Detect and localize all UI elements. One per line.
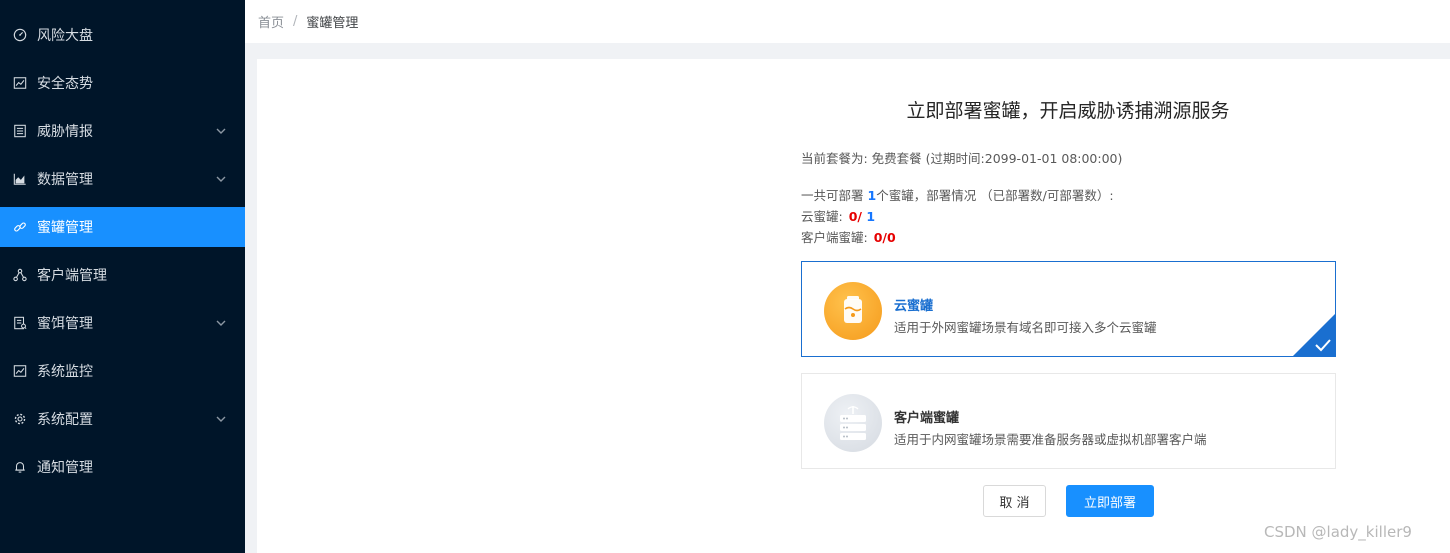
sidebar-item-honeypot-management[interactable]: 蜜罐管理: [0, 207, 245, 247]
deploy-now-button[interactable]: 立即部署: [1066, 485, 1154, 517]
sidebar-item-label: 客户端管理: [37, 268, 107, 284]
sidebar-item-label: 系统监控: [37, 364, 93, 380]
server-icon: [824, 394, 882, 452]
option-card-cloud-honeypot[interactable]: 云蜜罐 适用于外网蜜罐场景有域名即可接入多个云蜜罐: [801, 261, 1336, 357]
selected-check-icon: [1293, 314, 1335, 356]
option-card-client-honeypot[interactable]: 客户端蜜罐 适用于内网蜜罐场景需要准备服务器或虚拟机部署客户端: [801, 373, 1336, 469]
cloud-status-label: 云蜜罐:: [801, 209, 843, 224]
sidebar-item-label: 威胁情报: [37, 124, 93, 140]
client-status-label: 客户端蜜罐:: [801, 230, 868, 245]
sidebar: 风险大盘 安全态势 威胁情报 数据管理 蜜罐管理 客户端管理 蜜饵管理 系统监控…: [0, 0, 245, 553]
cloud-total-count: 1: [866, 209, 876, 224]
sidebar-item-label: 风险大盘: [37, 28, 93, 44]
breadcrumb: 首页 / 蜜罐管理: [245, 0, 1450, 43]
sidebar-item-label: 安全态势: [37, 76, 93, 92]
breadcrumb-home-link[interactable]: 首页: [258, 12, 284, 31]
sidebar-item-system-monitor[interactable]: 系统监控: [0, 351, 245, 391]
chevron-down-icon: [215, 173, 227, 185]
deploy-prefix: 一共可部署: [801, 188, 868, 203]
sidebar-item-risk-dashboard[interactable]: 风险大盘: [0, 15, 245, 55]
watermark-text: CSDN @lady_killer9: [1264, 523, 1412, 541]
sidebar-item-label: 系统配置: [37, 412, 93, 428]
sidebar-item-label: 通知管理: [37, 460, 93, 476]
sidebar-item-bait-management[interactable]: 蜜饵管理: [0, 303, 245, 343]
cloud-separator: /: [857, 209, 867, 224]
nodes-icon: [12, 267, 28, 283]
sidebar-item-system-config[interactable]: 系统配置: [0, 399, 245, 439]
cloud-honeypot-icon: [824, 282, 882, 340]
line-chart-icon: [12, 75, 28, 91]
sidebar-item-client-management[interactable]: 客户端管理: [0, 255, 245, 295]
sidebar-item-security-posture[interactable]: 安全态势: [0, 63, 245, 103]
deploy-summary: 一共可部署 1个蜜罐，部署情况 （已部署数/可部署数）:: [801, 185, 1114, 204]
chevron-down-icon: [215, 413, 227, 425]
breadcrumb-separator: /: [293, 14, 298, 29]
gear-icon: [12, 411, 28, 427]
page-title: 立即部署蜜罐，开启威胁诱捕溯源服务: [906, 100, 1230, 122]
plan-info: 当前套餐为: 免费套餐 (过期时间:2099-01-01 08:00:00): [801, 151, 1123, 166]
card-description: 适用于内网蜜罐场景需要准备服务器或虚拟机部署客户端: [894, 432, 1207, 447]
cancel-button[interactable]: 取 消: [983, 485, 1046, 517]
breadcrumb-current: 蜜罐管理: [306, 16, 359, 31]
sidebar-item-threat-intel[interactable]: 威胁情报: [0, 111, 245, 151]
deploy-suffix: 个蜜罐，部署情况 （已部署数/可部署数）:: [876, 188, 1114, 203]
link-icon: [12, 219, 28, 235]
sidebar-item-label: 数据管理: [37, 172, 93, 188]
area-chart-icon: [12, 171, 28, 187]
list-icon: [12, 123, 28, 139]
client-total-count: 0: [887, 230, 896, 245]
deploy-count: 1: [867, 188, 877, 203]
bell-icon: [12, 459, 28, 475]
sidebar-item-data-management[interactable]: 数据管理: [0, 159, 245, 199]
card-title: 云蜜罐: [894, 299, 934, 314]
chevron-down-icon: [215, 317, 227, 329]
dashboard-icon: [12, 27, 28, 43]
sidebar-item-label: 蜜罐管理: [37, 220, 93, 236]
cloud-honeypot-status: 云蜜罐: 0/ 1: [801, 206, 875, 225]
client-honeypot-status: 客户端蜜罐: 0/0: [801, 227, 896, 246]
chevron-down-icon: [215, 125, 227, 137]
sidebar-item-label: 蜜饵管理: [37, 316, 93, 332]
card-description: 适用于外网蜜罐场景有域名即可接入多个云蜜罐: [894, 320, 1157, 335]
line-chart-icon: [12, 363, 28, 379]
card-title: 客户端蜜罐: [894, 411, 960, 426]
file-list-icon: [12, 315, 28, 331]
sidebar-item-notification[interactable]: 通知管理: [0, 447, 245, 487]
